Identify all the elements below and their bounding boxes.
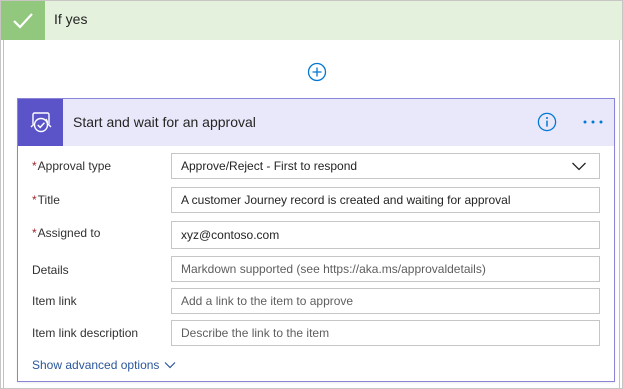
assigned-to-input[interactable]: xyz@contoso.com bbox=[171, 221, 600, 249]
branch-label: If yes bbox=[54, 11, 88, 27]
item-link-description-label: Item link description bbox=[32, 326, 139, 340]
show-advanced-options-link[interactable]: Show advanced options bbox=[32, 358, 176, 372]
item-link-description-placeholder: Describe the link to the item bbox=[181, 326, 330, 340]
branch-right-border bbox=[619, 40, 620, 388]
details-placeholder: Markdown supported (see https://aka.ms/a… bbox=[181, 262, 486, 276]
approval-type-value: Approve/Reject - First to respond bbox=[181, 159, 358, 173]
details-label: Details bbox=[32, 263, 69, 277]
item-link-description-input[interactable]: Describe the link to the item bbox=[171, 320, 600, 346]
chevron-down-icon bbox=[165, 362, 176, 369]
approval-icon bbox=[18, 99, 63, 146]
approval-type-dropdown[interactable]: Approve/Reject - First to respond bbox=[171, 153, 600, 179]
more-dots-icon bbox=[583, 120, 603, 124]
add-step-button[interactable] bbox=[307, 62, 327, 82]
approval-type-label: *Approval type bbox=[32, 159, 112, 173]
info-button[interactable] bbox=[537, 112, 557, 132]
chevron-down-icon bbox=[572, 162, 586, 171]
plus-circle-icon bbox=[307, 62, 327, 82]
title-label: *Title bbox=[32, 193, 60, 207]
title-input[interactable]: A customer Journey record is created and… bbox=[171, 187, 600, 213]
checkmark-icon bbox=[1, 1, 45, 40]
card-title: Start and wait for an approval bbox=[73, 114, 256, 130]
card-header[interactable]: Start and wait for an approval bbox=[18, 99, 614, 146]
details-input[interactable]: Markdown supported (see https://aka.ms/a… bbox=[171, 256, 600, 282]
assigned-to-value: xyz@contoso.com bbox=[181, 228, 280, 242]
item-link-placeholder: Add a link to the item to approve bbox=[181, 294, 354, 308]
assigned-to-label: *Assigned to bbox=[32, 226, 101, 240]
show-advanced-label: Show advanced options bbox=[32, 358, 160, 372]
more-options-button[interactable] bbox=[580, 112, 606, 132]
if-yes-branch-header[interactable]: If yes bbox=[1, 1, 622, 40]
title-value: A customer Journey record is created and… bbox=[181, 193, 511, 207]
approval-action-card: Start and wait for an approval *Approval… bbox=[17, 98, 615, 382]
flow-designer-canvas: If yes Start and wait for an approval *A… bbox=[0, 0, 623, 389]
branch-left-border bbox=[3, 40, 4, 388]
item-link-label: Item link bbox=[32, 294, 77, 308]
item-link-input[interactable]: Add a link to the item to approve bbox=[171, 288, 600, 314]
info-icon bbox=[537, 112, 557, 132]
